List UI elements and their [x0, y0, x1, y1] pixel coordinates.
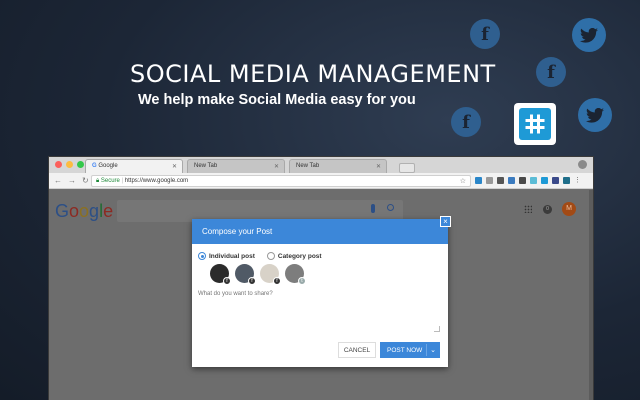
browser-tab-new[interactable]: New Tab ✕	[289, 159, 387, 173]
twitter-icon	[578, 98, 612, 132]
facebook-icon: f	[451, 107, 481, 137]
back-icon[interactable]: ←	[54, 176, 62, 185]
browser-titlebar: G Google ✕ New Tab ✕ New Tab ✕	[49, 157, 593, 173]
extension-icon[interactable]	[552, 177, 559, 184]
extension-icon[interactable]	[563, 177, 570, 184]
chevron-down-icon[interactable]: ⌄	[430, 346, 436, 354]
facebook-badge-icon: f	[273, 277, 281, 285]
close-window-button[interactable]	[55, 161, 62, 168]
extension-icon[interactable]	[497, 177, 504, 184]
address-bar[interactable]: 🔒︎ Secure | https://www.google.com ☆	[91, 175, 471, 187]
tab-label: New Tab	[296, 163, 320, 169]
account-avatar[interactable]: t	[285, 264, 306, 285]
extension-icons: ⋮	[475, 177, 581, 184]
cancel-button[interactable]: CANCEL	[338, 342, 376, 358]
minimize-window-button[interactable]	[66, 161, 73, 168]
radio-selected-icon	[198, 252, 206, 260]
url-text: https://www.google.com	[124, 178, 189, 184]
account-avatar[interactable]: f	[235, 264, 256, 285]
extension-icon[interactable]	[508, 177, 515, 184]
account-avatar[interactable]: f	[260, 264, 281, 285]
radio-unselected-icon	[266, 252, 275, 260]
extension-icon[interactable]	[519, 177, 526, 184]
category-post-radio[interactable]: Category post	[266, 252, 322, 260]
extension-icon[interactable]	[475, 177, 482, 184]
microphone-icon[interactable]	[371, 204, 375, 213]
close-tab-icon[interactable]: ✕	[172, 163, 177, 170]
avatar[interactable]: M	[562, 202, 576, 216]
browser-toolbar: ← → ↻ 🔒︎ Secure | https://www.google.com…	[49, 173, 593, 189]
account-avatars: f f f t	[210, 264, 306, 285]
dialog-header: Compose your Post	[192, 219, 448, 244]
extension-icon[interactable]	[541, 177, 548, 184]
secure-label: Secure	[100, 178, 120, 184]
facebook-badge-icon: f	[223, 277, 231, 285]
maximize-window-button[interactable]	[77, 161, 84, 168]
hashtag-app-icon	[514, 103, 556, 145]
tab-label: New Tab	[194, 163, 218, 169]
button-divider	[426, 344, 427, 356]
resize-handle-icon[interactable]	[434, 326, 440, 332]
menu-icon[interactable]: ⋮	[574, 177, 581, 184]
individual-post-label: Individual post	[209, 252, 255, 260]
bookmark-star-icon[interactable]: ☆	[460, 177, 466, 185]
browser-tab-google[interactable]: G Google ✕	[85, 159, 183, 173]
hashtag-icon	[525, 114, 545, 134]
notifications-icon[interactable]: 0	[543, 205, 552, 214]
browser-tab-new[interactable]: New Tab ✕	[187, 159, 285, 173]
tab-label: Google	[98, 163, 118, 169]
account-avatar[interactable]: f	[210, 264, 231, 285]
forward-icon[interactable]: →	[68, 176, 76, 185]
search-icon[interactable]	[387, 204, 394, 211]
post-now-button[interactable]: POST NOW ⌄	[380, 342, 440, 358]
twitter-badge-icon: t	[298, 277, 306, 285]
extension-icon[interactable]	[486, 177, 493, 184]
close-tab-icon[interactable]: ✕	[376, 163, 381, 170]
close-dialog-button[interactable]: ×	[440, 216, 451, 227]
google-logo: Google	[55, 201, 114, 221]
reload-icon[interactable]: ↻	[82, 176, 89, 185]
facebook-icon: f	[470, 19, 500, 49]
individual-post-radio[interactable]: Individual post	[198, 252, 255, 260]
lock-icon: 🔒︎	[96, 178, 100, 184]
share-text-input[interactable]	[196, 289, 438, 334]
promo-subline: We help make Social Media easy for you	[138, 92, 416, 108]
extension-icon[interactable]	[530, 177, 537, 184]
post-now-label: POST NOW	[387, 346, 423, 354]
new-tab-button[interactable]	[399, 163, 415, 173]
compose-post-dialog: Compose your Post × Individual post Cate…	[192, 216, 451, 367]
promo-headline: SOCIAL MEDIA MANAGEMENT	[130, 60, 496, 88]
close-tab-icon[interactable]: ✕	[274, 163, 279, 170]
category-post-label: Category post	[277, 252, 322, 260]
twitter-icon	[572, 18, 606, 52]
dialog-title: Compose your Post	[202, 227, 273, 236]
facebook-badge-icon: f	[248, 277, 256, 285]
profile-icon[interactable]	[578, 160, 587, 169]
facebook-icon: f	[536, 57, 566, 87]
post-type-options: Individual post Category post	[198, 252, 322, 260]
page-scrollbar[interactable]	[589, 190, 593, 400]
apps-grid-icon[interactable]	[524, 205, 532, 213]
